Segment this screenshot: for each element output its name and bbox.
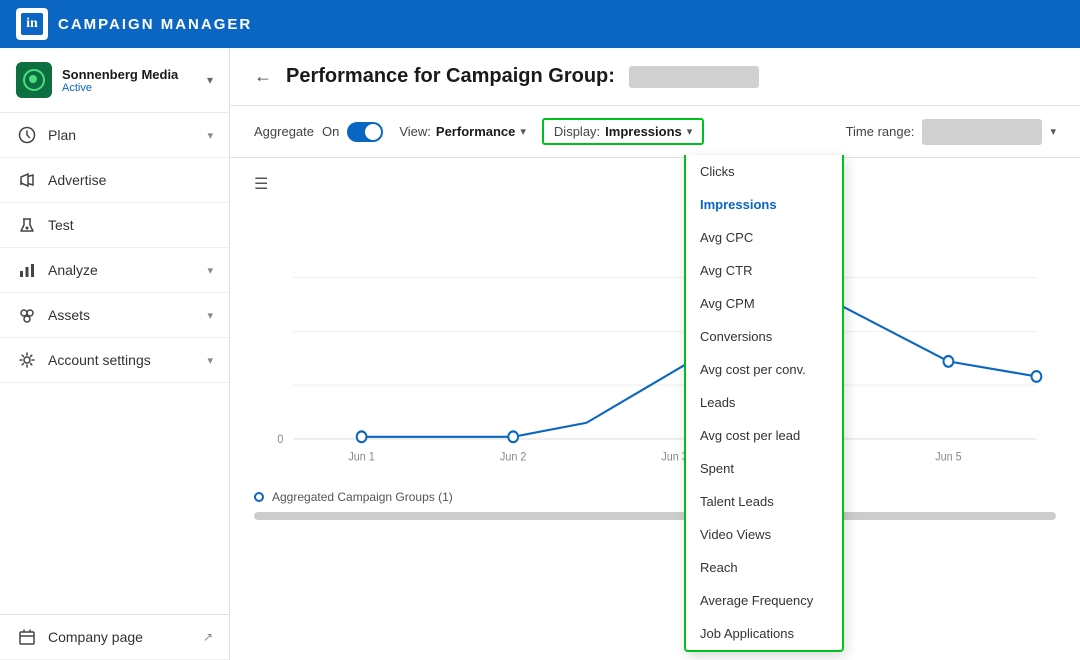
time-label: Time range: xyxy=(846,124,915,139)
display-label: Display: xyxy=(554,124,600,139)
dropdown-item-avg-ctr[interactable]: Avg CTR xyxy=(686,254,842,287)
sidebar-item-account-settings[interactable]: Account settings ▾ xyxy=(0,338,229,383)
dropdown-item-job-applications[interactable]: Job Applications xyxy=(686,617,842,650)
performance-chart: 0 Jun 1 Jun 2 Jun 3 Jun 4 Jun 5 xyxy=(254,202,1056,482)
sidebar-item-analyze-label: Analyze xyxy=(48,262,207,278)
plan-icon xyxy=(16,126,38,144)
display-dropdown: Clicks Impressions Avg CPC Avg CTR Avg C… xyxy=(684,155,844,652)
sidebar-item-advertise[interactable]: Advertise xyxy=(0,158,229,203)
account-chevron-icon: ▾ xyxy=(207,73,213,87)
main-layout: Sonnenberg Media Active ▾ Plan ▾ xyxy=(0,48,1080,660)
li-logo-icon: in xyxy=(21,13,43,35)
campaign-name-placeholder xyxy=(629,66,759,88)
sidebar: Sonnenberg Media Active ▾ Plan ▾ xyxy=(0,48,230,660)
dropdown-item-clicks[interactable]: Clicks xyxy=(686,155,842,188)
avatar-graphic xyxy=(20,66,48,94)
back-button[interactable]: ← xyxy=(254,66,272,87)
display-value: Impressions xyxy=(605,124,682,139)
sidebar-item-company-page-label: Company page xyxy=(48,629,203,645)
top-bar: in CAMPAIGN MANAGER xyxy=(0,0,1080,48)
view-control[interactable]: View: Performance ▾ xyxy=(399,124,526,139)
dropdown-item-avg-cost-lead[interactable]: Avg cost per lead xyxy=(686,419,842,452)
plan-chevron-icon: ▾ xyxy=(207,129,213,142)
chart-legend: Aggregated Campaign Groups (1) xyxy=(254,490,1056,504)
display-dropdown-icon: ▾ xyxy=(687,125,693,138)
sidebar-item-advertise-label: Advertise xyxy=(48,172,213,188)
account-name: Sonnenberg Media xyxy=(62,67,207,82)
dropdown-item-video-views[interactable]: Video Views xyxy=(686,518,842,551)
app-title: CAMPAIGN MANAGER xyxy=(58,16,252,33)
dropdown-item-avg-cost-conv[interactable]: Avg cost per conv. xyxy=(686,353,842,386)
dropdown-item-avg-cpm[interactable]: Avg CPM xyxy=(686,287,842,320)
sidebar-item-plan[interactable]: Plan ▾ xyxy=(0,113,229,158)
advertise-icon xyxy=(16,171,38,189)
dropdown-item-conversions[interactable]: Conversions xyxy=(686,320,842,353)
account-avatar xyxy=(16,62,52,98)
sidebar-item-test-label: Test xyxy=(48,217,213,233)
company-icon xyxy=(16,628,38,646)
page-header: ← Performance for Campaign Group: xyxy=(230,48,1080,106)
linkedin-logo: in xyxy=(16,8,48,40)
aggregate-control: Aggregate On xyxy=(254,122,383,142)
view-value: Performance xyxy=(436,124,515,139)
chart-area: ☰ 0 xyxy=(230,158,1080,660)
view-label: View: xyxy=(399,124,431,139)
dropdown-item-avg-cpc[interactable]: Avg CPC xyxy=(686,221,842,254)
account-settings-chevron-icon: ▾ xyxy=(207,354,213,367)
legend-label: Aggregated Campaign Groups (1) xyxy=(272,490,453,504)
aggregate-label: Aggregate xyxy=(254,124,314,139)
account-selector[interactable]: Sonnenberg Media Active ▾ xyxy=(0,48,229,113)
account-info: Sonnenberg Media Active xyxy=(62,67,207,94)
dropdown-item-talent-leads[interactable]: Talent Leads xyxy=(686,485,842,518)
settings-icon xyxy=(16,351,38,369)
dropdown-item-leads[interactable]: Leads xyxy=(686,386,842,419)
external-link-icon: ↗ xyxy=(203,630,213,644)
assets-icon xyxy=(16,306,38,324)
legend-dot xyxy=(254,492,264,502)
aggregate-toggle[interactable] xyxy=(347,122,383,142)
toggle-knob xyxy=(365,124,381,140)
dropdown-item-spent[interactable]: Spent xyxy=(686,452,842,485)
aggregate-on-label: On xyxy=(322,124,339,139)
svg-text:Jun 2: Jun 2 xyxy=(500,451,526,464)
dropdown-item-impressions[interactable]: Impressions xyxy=(686,188,842,221)
chart-scrollbar[interactable] xyxy=(254,512,1056,520)
svg-text:Jun 1: Jun 1 xyxy=(348,451,374,464)
time-range-chevron-icon[interactable]: ▾ xyxy=(1050,125,1056,138)
view-dropdown-icon: ▾ xyxy=(520,125,526,138)
analyze-icon xyxy=(16,261,38,279)
svg-text:0: 0 xyxy=(277,434,283,447)
time-range-control: Time range: ▾ xyxy=(846,119,1056,145)
display-control[interactable]: Display: Impressions ▾ xyxy=(542,118,704,145)
sidebar-item-account-settings-label: Account settings xyxy=(48,352,207,368)
sidebar-item-company-page[interactable]: Company page ↗ xyxy=(0,614,229,660)
account-status: Active xyxy=(62,82,207,94)
controls-bar: Aggregate On View: Performance ▾ Display… xyxy=(230,106,1080,158)
svg-text:Jun 5: Jun 5 xyxy=(935,451,961,464)
dropdown-item-avg-frequency[interactable]: Average Frequency xyxy=(686,584,842,617)
sidebar-item-assets-label: Assets xyxy=(48,307,207,323)
test-icon xyxy=(16,216,38,234)
time-range-placeholder xyxy=(922,119,1042,145)
sidebar-item-assets[interactable]: Assets ▾ xyxy=(0,293,229,338)
dropdown-item-reach[interactable]: Reach xyxy=(686,551,842,584)
chart-menu-icon[interactable]: ☰ xyxy=(254,174,1056,194)
chart-container: 0 Jun 1 Jun 2 Jun 3 Jun 4 Jun 5 xyxy=(254,202,1056,482)
analyze-chevron-icon: ▾ xyxy=(207,264,213,277)
sidebar-item-plan-label: Plan xyxy=(48,127,207,143)
page-title: Performance for Campaign Group: xyxy=(286,65,759,88)
content-area: ← Performance for Campaign Group: Aggreg… xyxy=(230,48,1080,660)
avatar-dot xyxy=(29,75,37,83)
sidebar-item-test[interactable]: Test xyxy=(0,203,229,248)
assets-chevron-icon: ▾ xyxy=(207,309,213,322)
sidebar-item-analyze[interactable]: Analyze ▾ xyxy=(0,248,229,293)
